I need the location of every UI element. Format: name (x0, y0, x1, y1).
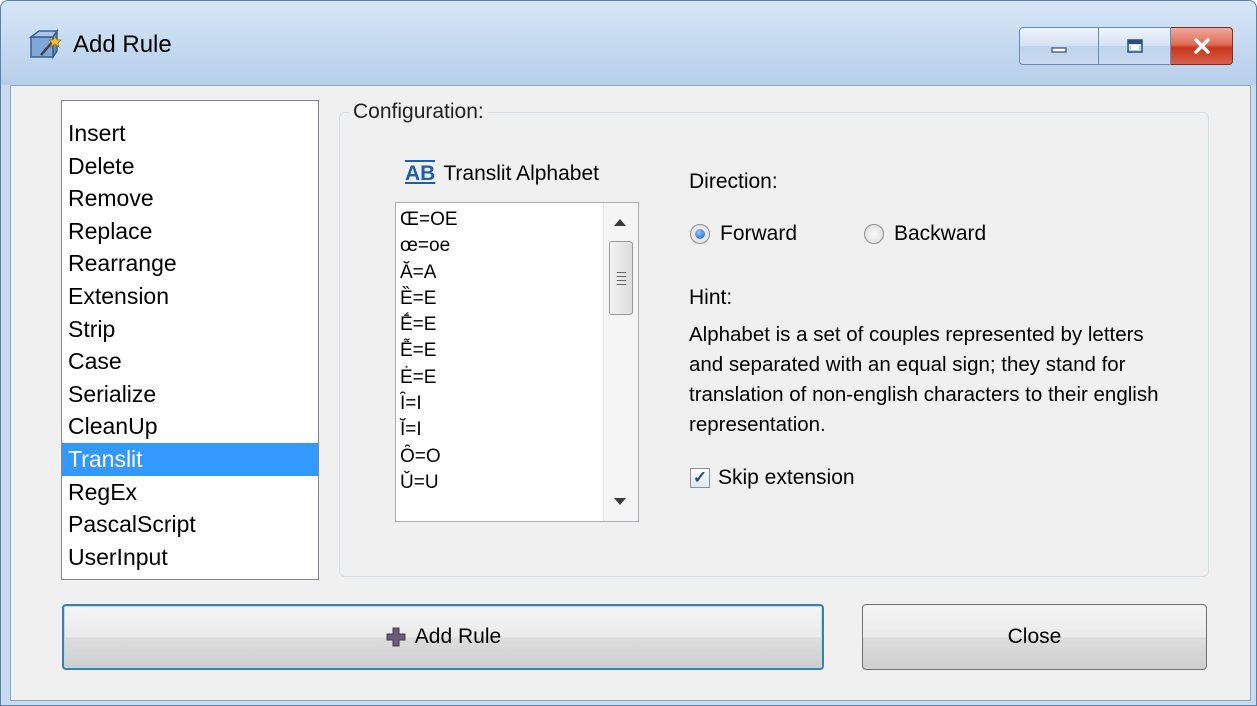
alphabet-lines[interactable]: Œ=OE œ=oe Ă=A Ȅ=E Ḗ=E Ễ=E Ė=E Ȋ=I Ĭ=I Ȏ=O Ǔ=U (400, 207, 600, 496)
forward-radio-indicator[interactable] (690, 224, 710, 244)
add-rule-window: Add Rule Insert Delete Remove Replace Rearra… (0, 0, 1257, 706)
add-rule-label: Add Rule (414, 625, 502, 648)
forward-radio-label: Forward (720, 222, 798, 245)
backward-radio[interactable]: Backward (864, 222, 986, 246)
skip-extension-label: Skip extension (718, 466, 855, 489)
dialog-body: Insert Delete Remove Replace Rearrange Extens… (10, 85, 1251, 701)
rule-list-item[interactable]: Strip (62, 313, 318, 346)
alphabet-line[interactable]: Ė=E (400, 365, 600, 391)
rule-list-item[interactable]: PascalScript (62, 508, 318, 541)
rule-list-item[interactable]: UserInput (62, 541, 318, 574)
rule-list-item[interactable]: Case (62, 345, 318, 378)
alphabet-line[interactable]: Ȋ=I (400, 391, 600, 417)
minimize-icon (1051, 47, 1067, 53)
maximize-button[interactable] (1099, 27, 1171, 65)
maximize-icon (1126, 39, 1143, 53)
alphabet-line[interactable]: Ḗ=E (400, 312, 600, 338)
skip-extension-checkbox[interactable]: ✓ Skip extension (690, 466, 855, 490)
alphabet-icon: AB (405, 160, 436, 185)
rule-list-item[interactable]: Extension (62, 280, 318, 313)
title-bar[interactable]: Add Rule (1, 1, 1256, 85)
translit-alphabet-label: Translit Alphabet (443, 162, 599, 185)
add-rule-button[interactable]: Add Rule (62, 604, 824, 670)
scroll-down-icon[interactable] (614, 498, 626, 505)
translit-alphabet-header: AB Translit Alphabet (405, 160, 599, 186)
configuration-label: Configuration: (349, 100, 488, 124)
rule-list-item[interactable]: Replace (62, 215, 318, 248)
alphabet-line[interactable]: Ȏ=O (400, 444, 600, 470)
rule-list-item[interactable]: CleanUp (62, 410, 318, 443)
rule-list-item[interactable]: Delete (62, 150, 318, 183)
close-window-button[interactable] (1171, 27, 1233, 65)
alphabet-line[interactable]: Ĭ=I (400, 417, 600, 443)
forward-radio[interactable]: Forward (690, 222, 797, 246)
alphabet-line[interactable]: Ǔ=U (400, 470, 600, 496)
rule-type-list[interactable]: Insert Delete Remove Replace Rearrange Extens… (61, 100, 319, 580)
backward-radio-indicator[interactable] (864, 224, 884, 244)
minimize-button[interactable] (1019, 27, 1099, 65)
close-icon (1193, 38, 1210, 54)
plus-icon (386, 627, 406, 647)
rule-list-item[interactable]: Serialize (62, 378, 318, 411)
rule-list-item[interactable]: Remove (62, 182, 318, 215)
rule-list-item[interactable]: Rearrange (62, 247, 318, 280)
window-title: Add Rule (73, 31, 172, 58)
folder-wand-icon (28, 28, 62, 60)
alphabet-line[interactable]: Ễ=E (400, 338, 600, 364)
close-button-label: Close (1007, 625, 1062, 648)
close-button[interactable]: Close (862, 604, 1207, 670)
alphabet-scrollbar[interactable] (603, 203, 638, 521)
rule-list-item[interactable]: Translit (62, 442, 318, 476)
alphabet-line[interactable]: Œ=OE (400, 207, 600, 233)
scroll-up-icon[interactable] (614, 219, 626, 226)
alphabet-line[interactable]: Ȅ=E (400, 286, 600, 312)
hint-text: Alphabet is a set of couples represented… (689, 323, 1159, 436)
hint-label: Hint: (689, 286, 733, 309)
direction-label: Direction: (689, 170, 778, 193)
rule-list-item[interactable]: RegEx (62, 476, 318, 509)
alphabet-editor[interactable]: Œ=OE œ=oe Ă=A Ȅ=E Ḗ=E Ễ=E Ė=E Ȋ=I Ĭ=I Ȏ=O Ǔ=U (395, 202, 639, 522)
checkmark-icon[interactable]: ✓ (690, 468, 710, 488)
alphabet-line[interactable]: Ă=A (400, 260, 600, 286)
scroll-thumb[interactable] (609, 241, 633, 315)
alphabet-line[interactable]: œ=oe (400, 233, 600, 259)
backward-radio-label: Backward (894, 222, 987, 245)
rule-list-item[interactable]: Insert (62, 117, 318, 150)
